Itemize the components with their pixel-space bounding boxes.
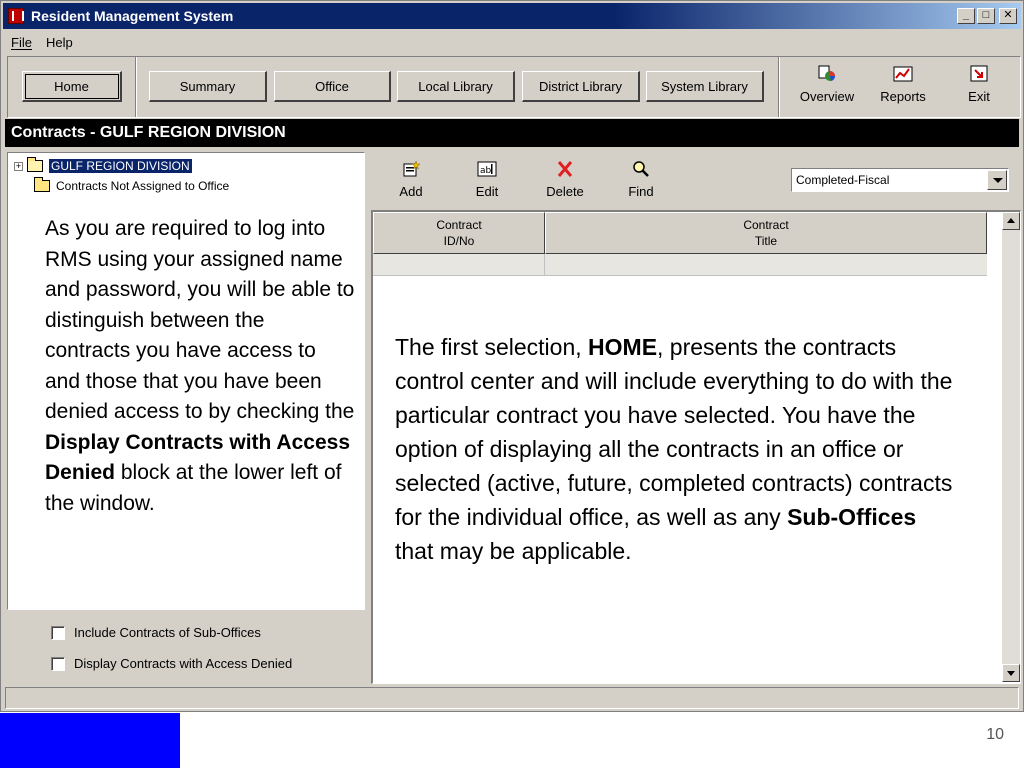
vertical-scrollbar[interactable] [1002, 212, 1020, 682]
status-bar [5, 687, 1019, 709]
right-note-bold1: HOME [588, 334, 658, 360]
slide-footer-accent [0, 713, 180, 768]
contract-filter-select[interactable]: Completed-Fiscal [791, 168, 1009, 192]
edit-button[interactable]: ab Edit [457, 160, 517, 199]
left-note-part1: As you are required to log into RMS usin… [45, 217, 355, 423]
folder-icon [27, 157, 43, 172]
office-button[interactable]: Office [274, 71, 391, 102]
tree-label-unassigned: Contracts Not Assigned to Office [56, 179, 230, 193]
toolbar-separator [778, 57, 780, 117]
delete-label: Delete [546, 184, 584, 199]
menu-help[interactable]: Help [46, 35, 73, 50]
column-header-id[interactable]: Contract ID/No [373, 212, 545, 254]
add-label: Add [399, 184, 423, 199]
summary-button[interactable]: Summary [149, 71, 267, 102]
close-button[interactable]: ✕ [999, 8, 1017, 24]
page-number: 10 [986, 726, 1004, 743]
add-icon [403, 160, 421, 177]
delete-icon [557, 161, 573, 177]
exit-button[interactable]: Exit [944, 65, 1014, 113]
checkbox-box[interactable] [51, 656, 65, 671]
checkbox-box[interactable] [51, 625, 65, 640]
table-row[interactable] [373, 254, 545, 276]
column-header-id-line1: Contract [436, 218, 482, 232]
add-button[interactable]: Add [381, 160, 441, 199]
overview-icon [818, 65, 836, 81]
home-button[interactable]: Home [22, 71, 122, 102]
contracts-toolbar: Add ab Edit Delete Find Completed-Fiscal [367, 152, 1021, 208]
title-bar[interactable]: Resident Management System _ □ ✕ [3, 3, 1021, 29]
column-header-title[interactable]: Contract Title [545, 212, 987, 254]
folder-icon [34, 177, 50, 192]
column-header-title-line2: Title [754, 234, 778, 248]
exit-icon [970, 65, 988, 82]
svg-text:ab: ab [480, 166, 492, 176]
scroll-up-button[interactable] [1002, 212, 1020, 230]
left-annotation-text: As you are required to log into RMS usin… [45, 214, 355, 519]
tree-label-root: GULF REGION DIVISION [49, 159, 192, 173]
reports-label: Reports [880, 89, 926, 104]
include-sub-offices-checkbox[interactable]: Include Contracts of Sub-Offices [51, 625, 261, 640]
table-row[interactable] [545, 254, 987, 276]
minimize-button[interactable]: _ [957, 8, 975, 24]
column-header-title-line1: Contract [743, 218, 789, 232]
dropdown-arrow-icon[interactable] [987, 170, 1007, 190]
local-library-button[interactable]: Local Library [397, 71, 515, 102]
expand-icon[interactable]: + [14, 161, 23, 171]
overview-button[interactable]: Overview [792, 65, 862, 113]
scroll-down-button[interactable] [1002, 664, 1020, 682]
edit-icon: ab [477, 161, 497, 177]
section-title: Contracts - GULF REGION DIVISION [5, 119, 1019, 147]
column-header-id-line2: ID/No [443, 234, 475, 248]
tree-item-root[interactable]: + GULF REGION DIVISION [14, 157, 192, 175]
reports-button[interactable]: Reports [868, 65, 938, 113]
right-note-part3: that may be applicable. [395, 538, 632, 564]
menu-file[interactable]: File [11, 35, 32, 50]
display-access-denied-label: Display Contracts with Access Denied [74, 656, 293, 671]
delete-button[interactable]: Delete [535, 160, 595, 199]
right-note-bold2: Sub-Offices [787, 504, 917, 530]
right-annotation-text: The first selection, HOME, presents the … [395, 330, 955, 568]
caption-buttons: _ □ ✕ [957, 8, 1017, 24]
reports-icon [893, 66, 913, 82]
tree-item-unassigned[interactable]: Contracts Not Assigned to Office [34, 177, 229, 195]
include-sub-offices-label: Include Contracts of Sub-Offices [74, 625, 261, 640]
system-library-button[interactable]: System Library [646, 71, 764, 102]
find-button[interactable]: Find [611, 160, 671, 199]
find-icon [633, 161, 649, 177]
options-area: Include Contracts of Sub-Offices Display… [7, 613, 365, 683]
app-icon [8, 8, 24, 24]
maximize-button[interactable]: □ [977, 8, 995, 24]
toolbar-separator [135, 57, 137, 117]
right-note-part1: The first selection, [395, 334, 589, 360]
menu-bar: File Help [3, 31, 1021, 53]
exit-label: Exit [968, 89, 990, 104]
find-label: Find [628, 184, 654, 199]
window-title: Resident Management System [31, 8, 234, 24]
edit-label: Edit [475, 184, 499, 199]
main-toolbar: Home Summary Office Local Library Distri… [7, 56, 1021, 118]
district-library-button[interactable]: District Library [522, 71, 640, 102]
overview-label: Overview [799, 89, 855, 104]
filter-value: Completed-Fiscal [796, 173, 890, 187]
display-access-denied-checkbox[interactable]: Display Contracts with Access Denied [51, 656, 292, 671]
right-note-part2: , presents the contracts control center … [395, 334, 953, 530]
